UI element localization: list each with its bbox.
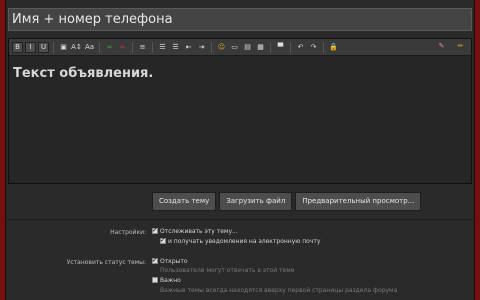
undo-icon[interactable]: ↶ (295, 42, 306, 53)
lock-icon[interactable]: 🔒 (328, 42, 339, 53)
indent-icon[interactable]: ⇥ (196, 42, 207, 53)
toolbar-separator (152, 41, 153, 53)
font-family-icon[interactable]: Aa (84, 42, 95, 53)
quote-icon[interactable]: ▦ (255, 42, 266, 53)
unlink-icon[interactable]: ∞ (117, 42, 128, 53)
numbered-list-icon[interactable]: ☰ (170, 42, 181, 53)
pencil-icon[interactable]: ✏ (455, 41, 466, 52)
align-icon[interactable]: ≡ (137, 42, 148, 53)
message-editor: B I U ▣ A↕ Aa ∞ ∞ ≡ ☰ ☰ ⇤ ⇥ ☺ ▭ ▤ ▦ ▀ ↶ ↷ 🔒 ✎ ✏ Текст объявлен… (8, 38, 472, 184)
toolbar-separator (99, 41, 100, 53)
open-thread-hint: Пользователи могут отвечать в этой теме (160, 267, 295, 274)
editor-toolbar: B I U ▣ A↕ Aa ∞ ∞ ≡ ☰ ☰ ⇤ ⇥ ☺ ▭ ▤ ▦ ▀ ↶ ↷ 🔒 ✎ ✏ (9, 39, 471, 56)
sticky-thread-checkbox[interactable] (152, 277, 158, 283)
upload-file-button[interactable]: Загрузить файл (219, 192, 293, 211)
toolbar-separator (211, 41, 212, 53)
link-icon[interactable]: ∞ (104, 42, 115, 53)
watch-thread-label: Отслеживать эту тему... (160, 228, 238, 235)
media-icon[interactable]: ▤ (242, 42, 253, 53)
section-divider (5, 219, 475, 220)
toolbar-separator (270, 41, 271, 53)
email-notify-checkbox[interactable] (160, 236, 166, 244)
email-notify-label: и получать уведомления на электронную по… (168, 238, 321, 245)
redo-icon[interactable]: ↷ (308, 42, 319, 53)
sticky-thread-label: Важно (160, 277, 181, 284)
save-icon[interactable]: ▀ (275, 42, 286, 53)
eraser-icon[interactable]: ✎ (436, 41, 447, 52)
bold-icon[interactable]: B (12, 41, 23, 53)
open-thread-checkbox[interactable] (152, 256, 158, 264)
toolbar-separator (323, 41, 324, 53)
status-label: Установить статус темы: (66, 259, 146, 266)
font-size-icon[interactable]: A↕ (71, 42, 82, 53)
italic-icon[interactable]: I (25, 41, 36, 53)
image-icon[interactable]: ▭ (229, 42, 240, 53)
toolbar-separator (290, 41, 291, 53)
bullet-list-icon[interactable]: ☰ (157, 42, 168, 53)
underline-icon[interactable]: U (38, 41, 49, 53)
watch-thread-checkbox[interactable] (152, 226, 158, 234)
editor-text-area[interactable]: Текст объявления. (9, 56, 471, 183)
settings-label: Настройки: (110, 229, 146, 236)
open-thread-label: Открыто (160, 258, 188, 265)
toolbar-separator (132, 41, 133, 53)
preview-button[interactable]: Предварительный просмотр... (295, 192, 422, 211)
toolbar-right-group: ✎ ✏ (430, 41, 468, 52)
create-thread-button[interactable]: Создать тему (152, 192, 217, 211)
toolbar-separator (53, 41, 54, 53)
action-buttons: Создать тему Загрузить файл Предваритель… (152, 192, 422, 211)
smilie-icon[interactable]: ☺ (216, 42, 227, 53)
outdent-icon[interactable]: ⇤ (183, 42, 194, 53)
thread-title-input[interactable]: Имя + номер телефона (8, 8, 472, 31)
sticky-thread-hint: Важные темы всегда находятся вверху перв… (160, 287, 398, 294)
text-color-icon[interactable]: ▣ (58, 42, 69, 53)
